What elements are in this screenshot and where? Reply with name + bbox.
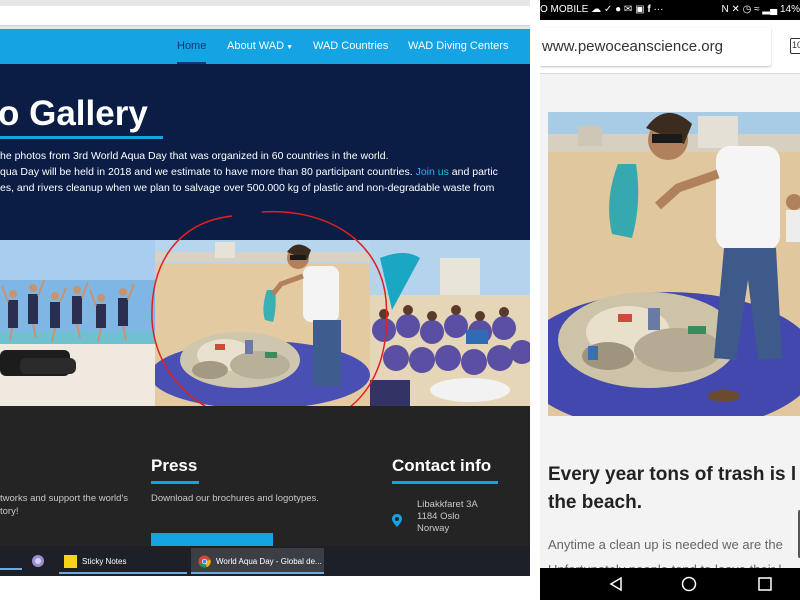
image-border [0, 576, 530, 595]
photo-gallery [0, 240, 530, 406]
nav-item-home[interactable]: Home [177, 29, 207, 64]
image-icon: ▣ [635, 4, 645, 15]
press-text: Download our brochures and logotypes. [151, 493, 319, 504]
signal-icon: ▂▄ [762, 4, 778, 15]
title-underline [0, 136, 163, 139]
nav-home-label: Home [177, 40, 207, 52]
nav-about-label: About WAD [227, 40, 285, 52]
mute-icon: ✕ [731, 4, 740, 15]
cloud-icon: ☁ [591, 4, 602, 15]
press-title: Press [151, 456, 198, 475]
nfc-icon: N [721, 4, 729, 15]
sticky-notes-label: Sticky Notes [82, 556, 127, 566]
browser-toolbar: www.pewoceanscience.org 10 [540, 20, 800, 74]
app-icon [32, 555, 44, 567]
page-title: o Gallery [0, 94, 148, 133]
android-navigation-bar [540, 568, 800, 600]
battery-percent: 14% [779, 4, 800, 15]
alarm-icon: ◷ [742, 4, 752, 15]
more-dots-icon: ··· [653, 4, 664, 15]
gallery-photo-volunteers[interactable] [370, 240, 530, 406]
chrome-window-label: World Aqua Day - Global de... [216, 556, 322, 566]
taskbar-app-icon[interactable] [30, 548, 54, 574]
recent-apps-icon[interactable] [758, 577, 772, 591]
sticky-notes-icon [64, 554, 77, 568]
browser-address-strip [0, 6, 530, 26]
url-field[interactable]: www.pewoceanscience.org [540, 28, 771, 66]
email-icon: ✉ [623, 4, 633, 15]
nav-diving-label: WAD Diving Centers [408, 40, 509, 52]
messenger-icon: ● [615, 4, 622, 15]
home-icon[interactable] [681, 576, 697, 592]
tabs-count: 10 [792, 40, 800, 50]
press-underline [151, 481, 199, 484]
check-icon: ✓ [603, 4, 613, 15]
hero-line-1: he photos from 3rd World Aqua Day that w… [0, 150, 389, 162]
wifi-icon: ≈ [754, 4, 760, 15]
hero-description: he photos from 3rd World Aqua Day that w… [0, 148, 530, 196]
back-icon[interactable] [608, 576, 624, 592]
taskbar-chrome-window[interactable]: World Aqua Day - Global de... [191, 548, 324, 574]
hero-line-3: es, and rivers cleanup when we plan to s… [0, 182, 495, 194]
facebook-icon: f [647, 4, 651, 15]
hero-line-2-text: qua Day will be held in 2018 and we esti… [0, 166, 413, 178]
chrome-icon [198, 554, 211, 568]
article-heading: Every year tons of trash is l on the bea… [548, 464, 800, 513]
tabs-switcher-button[interactable]: 10 [790, 38, 800, 54]
mobile-screenshot: O MOBILE ☁ ✓ ● ✉ ▣ f ··· N ✕ ◷ ≈ ▂▄ 14% … [540, 0, 800, 600]
address-line-3: Norway [417, 523, 450, 534]
desktop-screenshot: Home About WAD ▼ WAD Countries WAD Diving… [0, 0, 530, 595]
gallery-photo-trash-cleanup[interactable] [155, 240, 370, 406]
site-navigation: Home About WAD ▼ WAD Countries WAD Diving… [0, 29, 530, 64]
carrier-label: O MOBILE [540, 4, 589, 15]
article-photo-trash-cleanup[interactable] [548, 112, 800, 416]
footer-col1-line1: tworks and support the world's [0, 493, 129, 504]
article-body-line-1: Anytime a clean up is needed we are the [548, 537, 783, 552]
status-carrier-area: O MOBILE ☁ ✓ ● ✉ ▣ f ··· [540, 4, 663, 15]
contact-underline [392, 481, 498, 484]
hero-line-2-end: and partic [451, 166, 498, 178]
contact-title: Contact info [392, 456, 492, 475]
status-system-area: N ✕ ◷ ≈ ▂▄ 14% [721, 4, 800, 15]
nav-item-wad-countries[interactable]: WAD Countries [313, 29, 388, 64]
hero-line-2: qua Day will be held in 2018 and we esti… [0, 164, 530, 180]
site-footer: tworks and support the world's tory! Pre… [0, 406, 530, 547]
status-bar: O MOBILE ☁ ✓ ● ✉ ▣ f ··· N ✕ ◷ ≈ ▂▄ 14% [540, 0, 800, 20]
nav-item-wad-diving-centers[interactable]: WAD Diving Centers [408, 29, 508, 64]
join-us-link[interactable]: Join us [416, 166, 449, 178]
address-line-1: Libakkfaret 3A [417, 499, 478, 510]
url-text: www.pewoceanscience.org [542, 38, 723, 55]
address-line-2: 1184 Oslo [417, 511, 460, 522]
press-download-button[interactable] [151, 533, 273, 547]
taskbar-open-indicator [0, 568, 22, 570]
windows-taskbar: Sticky Notes World Aqua Day - Global de.… [0, 546, 530, 576]
nav-countries-label: WAD Countries [313, 40, 389, 52]
nav-item-about-wad[interactable]: About WAD ▼ [227, 29, 293, 64]
chevron-down-icon: ▼ [286, 44, 293, 51]
location-pin-icon [392, 514, 402, 527]
taskbar-sticky-notes[interactable]: Sticky Notes [59, 548, 187, 574]
footer-col1-line2: tory! [0, 506, 19, 517]
hero-section: o Gallery he photos from 3rd World Aqua … [0, 64, 530, 240]
gallery-photo-group-jumping[interactable] [0, 240, 155, 406]
